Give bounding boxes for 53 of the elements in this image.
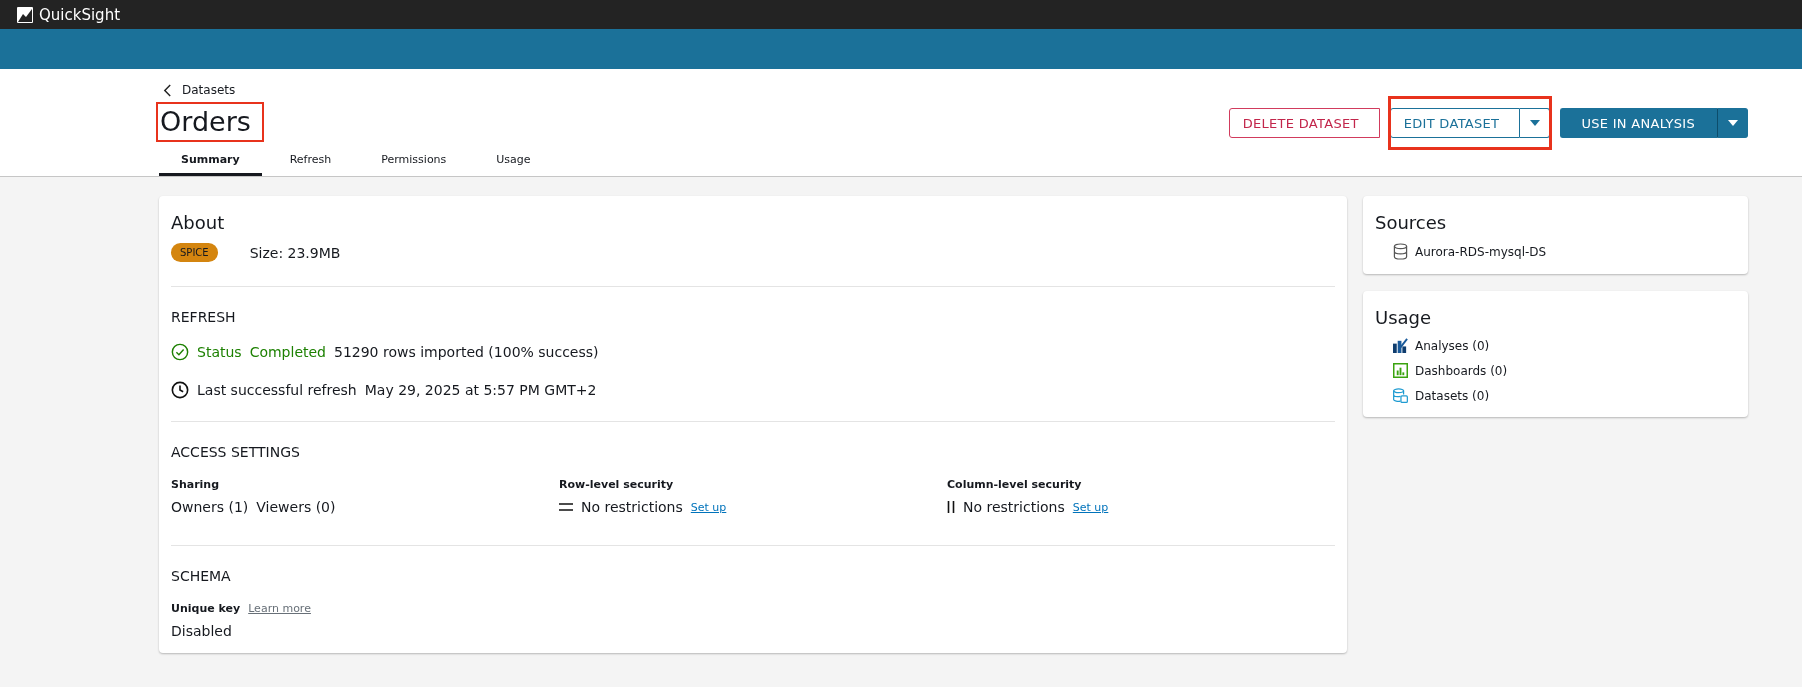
caret-down-icon [1727,120,1738,126]
check-circle-icon [171,343,189,361]
action-button[interactable]: USE IN ANALYSIS [1560,108,1718,138]
tab[interactable]: Permissions [359,147,469,176]
card-title: About [171,212,226,233]
tab[interactable]: Usage [474,147,553,176]
action-button[interactable]: EDIT DATASET [1389,108,1521,138]
database-icon [1393,243,1408,260]
setup-link[interactable]: Set up [690,500,727,514]
last-refresh-value: May 29, 2025 at 5:57 PM GMT+2 [364,382,597,398]
logo-icon [17,6,33,23]
app-name[interactable]: QuickSight [39,5,120,24]
source-name[interactable]: Aurora-RDS-mysql-DS [1415,244,1547,259]
dropdown-button[interactable] [1718,108,1748,138]
usage-item[interactable]: Datasets (0) [1415,388,1490,403]
spice-badge: SPICE [171,243,218,262]
section-heading: ACCESS SETTINGS [171,444,301,460]
usage-item[interactable]: Analyses (0) [1415,338,1490,353]
caret-down-icon [1529,120,1540,126]
action-button[interactable]: DELETE DATASET [1228,108,1380,138]
rows-icon [559,503,573,511]
section-heading: SCHEMA [171,568,232,584]
dropdown-button[interactable] [1520,108,1551,138]
size-text: Size: 23.9MB [249,244,341,261]
clock-icon [171,381,189,399]
last-refresh-label: Last successful refresh [197,382,357,398]
status-value: Completed [249,344,326,360]
usage-item[interactable]: Dashboards (0) [1415,363,1508,378]
dataset-title: Orders [159,105,261,139]
field-label: Unique key [171,602,241,615]
back-link[interactable]: Datasets [163,83,236,97]
field-label: Column-level security [947,478,1083,491]
restriction-text: No restrictions [581,499,683,515]
sharing-count: Owners (1) [171,499,249,515]
status-label: Status [197,344,242,360]
card-title: Usage [1375,307,1433,328]
unique-key-value: Disabled [171,623,233,639]
field-label: Row-level security [559,478,675,491]
restriction-text: No restrictions [963,499,1065,515]
learn-more-link[interactable]: Learn more [248,602,311,615]
section-heading: REFRESH [171,309,237,325]
tab[interactable]: Refresh [267,147,354,176]
setup-link[interactable]: Set up [1072,500,1109,514]
dataset-icon [1393,388,1408,403]
field-label: Sharing [171,478,221,491]
card-title: Sources [1375,212,1448,233]
tab[interactable]: Summary [159,147,262,176]
sharing-count: Viewers (0) [256,499,336,515]
columns-icon [947,501,955,513]
rows-imported-text: 51290 rows imported (100% success) [334,344,599,360]
chevron-left-icon [163,83,172,97]
bar-chart-pencil-icon [1393,338,1408,353]
dashboard-icon [1393,363,1408,378]
